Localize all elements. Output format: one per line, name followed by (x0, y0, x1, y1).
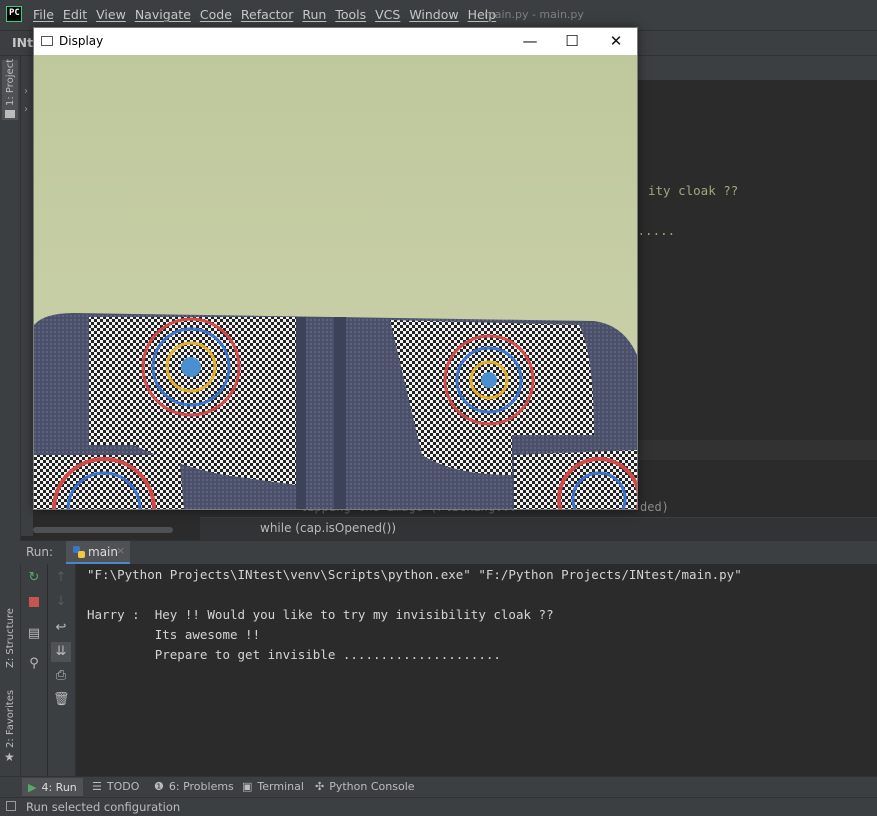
menu-view[interactable]: View (96, 7, 126, 22)
run-tab-label: main (88, 545, 118, 559)
project-tool-label: 1: Project (5, 58, 16, 106)
pin-icon[interactable]: ⚲ (26, 656, 42, 672)
structure-tool-label[interactable]: Z: Structure (5, 608, 16, 668)
down-arrow-icon[interactable]: ↓ (53, 594, 69, 610)
run-icon: ▶ (28, 780, 37, 794)
star-icon: ★ (4, 750, 15, 764)
todo-tool-button[interactable]: ☰ TODO (92, 780, 139, 793)
expand-arrow-icon[interactable]: › (24, 86, 28, 97)
project-panel: › › (21, 56, 33, 536)
terminal-icon: ▣ (242, 780, 253, 793)
terminal-tool-button[interactable]: ▣ Terminal (242, 780, 304, 793)
folder-icon (5, 110, 15, 118)
run-label: Run: (26, 545, 54, 559)
close-tab-icon[interactable]: × (116, 544, 125, 557)
minimize-button[interactable]: — (508, 31, 552, 53)
horizontal-scrollbar[interactable] (33, 527, 173, 533)
menu-navigate[interactable]: Navigate (135, 7, 191, 22)
run-toolbar-secondary: ↑ ↓ ↩ ⇊ ⎙ 🗑 (48, 564, 76, 776)
menu-window[interactable]: Window (409, 7, 458, 22)
print-icon[interactable]: ⎙ (53, 668, 69, 684)
pycharm-logo-icon: PC (6, 6, 22, 22)
menu-vcs[interactable]: VCS (375, 7, 400, 22)
webcam-image (34, 55, 637, 509)
ide-window-title: main.py - main.py (484, 8, 584, 21)
status-bar: Run selected configuration (0, 797, 877, 816)
up-arrow-icon[interactable]: ↑ (53, 570, 69, 586)
favorites-tool-label[interactable]: 2: Favorites (5, 690, 16, 748)
window-icon (41, 36, 53, 46)
status-text: Run selected configuration (26, 800, 181, 814)
run-toolbar: ↻ ▤ ⚲ (21, 564, 47, 776)
toggle-tool-windows-icon[interactable] (6, 801, 16, 811)
rerun-icon[interactable]: ↻ (26, 570, 42, 586)
stop-button[interactable] (26, 594, 42, 610)
menu-run[interactable]: Run (302, 7, 326, 22)
menu-refactor[interactable]: Refactor (241, 7, 293, 22)
trash-icon[interactable]: 🗑 (53, 692, 70, 708)
bottom-tool-bar: ▶ 4: Run ☰ TODO ❶ 6: Problems ▣ Terminal ✣ Py… (0, 776, 877, 798)
todo-icon: ☰ (92, 780, 102, 793)
display-window: Display — ☐ ✕ (33, 27, 638, 510)
console-line: Its awesome !! (87, 627, 261, 642)
display-titlebar[interactable]: Display — ☐ ✕ (34, 28, 637, 55)
menu-code[interactable]: Code (200, 7, 232, 22)
webcam-frame (34, 55, 637, 509)
expand-arrow-icon[interactable]: › (24, 104, 28, 115)
left-tool-stripe: 1: Project Z: Structure 2: Favorites ★ (0, 56, 21, 776)
menu-items: File Edit View Navigate Code Refactor Ru… (33, 7, 496, 22)
menu-edit[interactable]: Edit (63, 7, 87, 22)
python-console-tool-button[interactable]: ✣ Python Console (315, 780, 415, 793)
code-line: ded) (640, 500, 669, 514)
editor-tabs (638, 56, 877, 81)
python-console-icon: ✣ (315, 780, 325, 793)
run-panel-header: Run: main × (20, 540, 877, 565)
scroll-to-end-icon[interactable]: ⇊ (51, 642, 71, 662)
close-button[interactable]: ✕ (594, 31, 638, 53)
console-line: Harry : Hey !! Would you like to try my … (87, 607, 554, 622)
console-output[interactable]: "F:\Python Projects\INtest\venv\Scripts\… (76, 564, 877, 776)
maximize-button[interactable]: ☐ (550, 31, 594, 53)
code-editor[interactable] (638, 80, 877, 440)
menu-tools[interactable]: Tools (335, 7, 366, 22)
problems-tool-button[interactable]: ❶ 6: Problems (154, 780, 234, 793)
console-line: Prepare to get invisible ...............… (87, 647, 501, 662)
menu-file[interactable]: File (33, 7, 54, 22)
editor-highlight-line (638, 440, 877, 460)
problems-icon: ❶ (154, 780, 164, 793)
code-breadcrumb[interactable]: while (cap.isOpened()) (260, 521, 396, 535)
display-title: Display (59, 34, 104, 48)
python-icon (73, 546, 85, 558)
code-line: ity cloak ?? (648, 183, 739, 198)
soft-wrap-icon[interactable]: ↩ (53, 620, 69, 636)
run-tab-main[interactable]: main × (66, 541, 130, 564)
layout-icon[interactable]: ▤ (26, 626, 42, 642)
run-tool-button[interactable]: ▶ 4: Run (22, 778, 83, 796)
console-line: "F:\Python Projects\INtest\venv\Scripts\… (87, 567, 742, 582)
